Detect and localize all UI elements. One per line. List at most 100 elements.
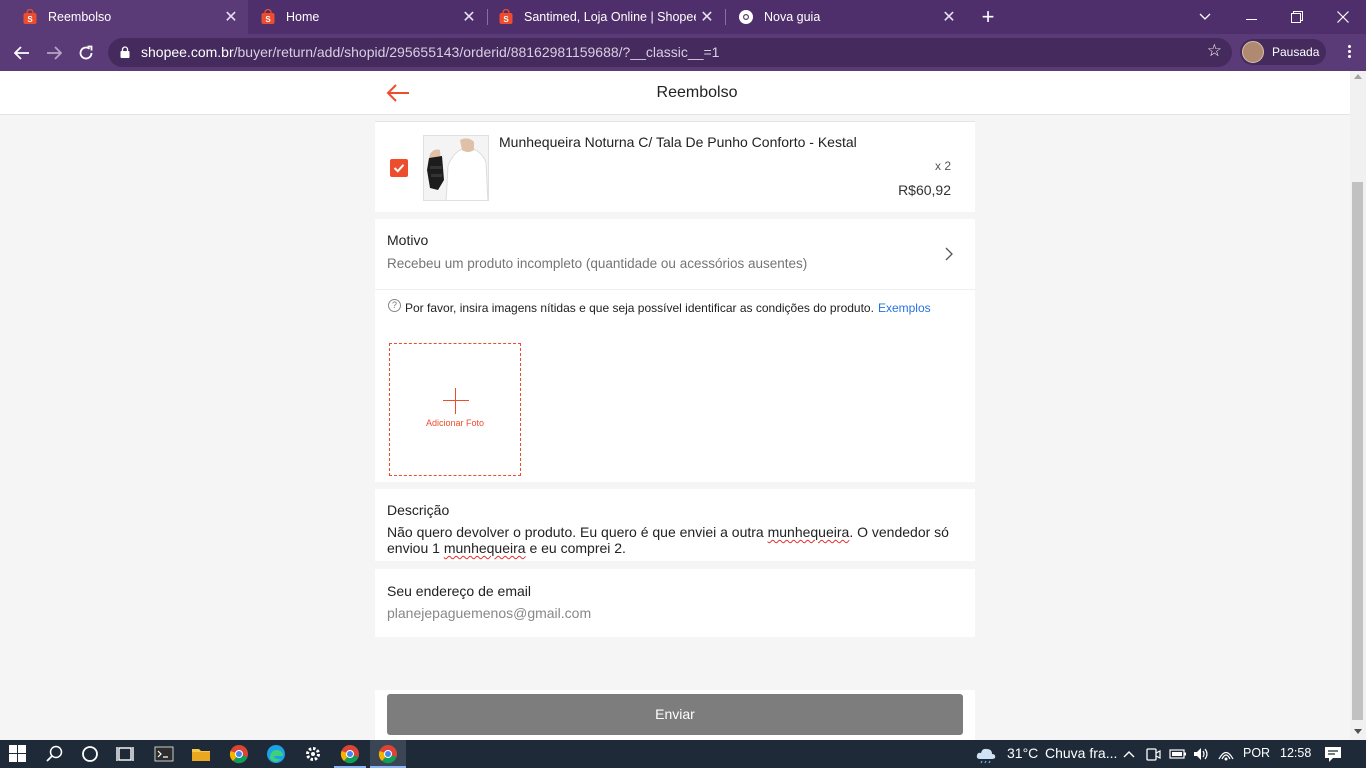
photo-hint-text: Por favor, insira imagens nítidas e que … — [405, 301, 874, 315]
profile-status: Pausada — [1272, 45, 1320, 59]
shopee-icon: S — [261, 9, 275, 24]
tab-reembolso[interactable]: S Reembolso ✕ — [0, 0, 248, 34]
arrow-left-icon — [13, 46, 29, 60]
help-icon: ? — [388, 298, 401, 312]
description-text: e eu comprei 2. — [525, 540, 626, 556]
taskbar-chrome-active[interactable] — [370, 740, 406, 768]
plus-icon — [443, 388, 469, 414]
tab-search-button[interactable] — [1182, 0, 1228, 34]
clock-time[interactable]: 12:58 — [1280, 746, 1311, 760]
chrome-icon — [378, 745, 397, 764]
email-section: Seu endereço de email planejepaguemenos@… — [375, 569, 975, 637]
email-label: Seu endereço de email — [387, 583, 531, 599]
chevron-up-icon[interactable] — [1122, 744, 1136, 764]
examples-link[interactable]: Exemplos — [878, 301, 931, 315]
reason-label: Motivo — [387, 232, 429, 248]
tab-nova-guia[interactable]: Nova guia ✕ — [726, 0, 966, 34]
url-path: /buyer/return/add/shopid/295655143/order… — [233, 44, 720, 60]
settings-icon[interactable] — [303, 744, 323, 764]
reload-button[interactable] — [73, 40, 99, 66]
speaker-icon[interactable] — [1192, 744, 1210, 764]
cortana-icon[interactable] — [80, 744, 100, 764]
back-button[interactable] — [9, 40, 35, 66]
chrome-icon — [739, 10, 753, 24]
chevron-down-icon — [1199, 13, 1211, 20]
avatar — [1242, 41, 1264, 63]
tab-title: Home — [286, 10, 320, 24]
page-header: Reembolso — [0, 71, 1350, 115]
email-field[interactable]: planejepaguemenos@gmail.com — [387, 605, 591, 621]
reason-selector[interactable]: Motivo Recebeu um produto incompleto (qu… — [375, 219, 975, 289]
svg-text:S: S — [265, 15, 271, 24]
close-icon — [1337, 11, 1349, 23]
more-menu-icon[interactable] — [1341, 43, 1357, 63]
terminal-icon[interactable] — [154, 744, 174, 764]
meet-now-icon[interactable] — [1145, 744, 1161, 764]
browser-tab-strip: S Reembolso ✕ S Home ✕ S Santimed, Loja … — [0, 0, 1366, 34]
notification-icon[interactable] — [1324, 744, 1342, 764]
photo-hint: ? Por favor, insira imagens nítidas e qu… — [388, 298, 931, 315]
forward-button[interactable] — [41, 40, 67, 66]
tab-home[interactable]: S Home ✕ — [250, 0, 486, 34]
scroll-down-icon[interactable] — [1354, 729, 1362, 734]
search-icon[interactable] — [45, 744, 65, 764]
wifi-icon[interactable] — [1218, 744, 1234, 764]
misspelled-word: munhequeira — [443, 540, 526, 556]
restore-icon — [1291, 11, 1303, 23]
close-icon[interactable]: ✕ — [938, 7, 960, 27]
description-text: Não quero devolver o produto. Eu quero é… — [387, 524, 768, 540]
file-explorer-icon[interactable] — [191, 744, 211, 764]
checkmark-icon — [393, 164, 405, 173]
input-language[interactable]: POR — [1243, 746, 1270, 760]
product-checkbox[interactable] — [390, 159, 408, 177]
lock-icon — [120, 46, 130, 58]
shopee-icon: S — [23, 9, 37, 24]
weather-temperature[interactable]: 31°C — [1007, 745, 1038, 761]
divider — [375, 289, 975, 290]
bookmark-star-icon[interactable]: ☆ — [1207, 41, 1222, 61]
windows-start-icon[interactable] — [9, 745, 26, 762]
product-item: Munhequeira Noturna C/ Tala De Punho Con… — [375, 121, 975, 212]
reason-value: Recebeu um produto incompleto (quantidad… — [387, 256, 808, 271]
scroll-up-icon[interactable] — [1354, 74, 1362, 79]
description-input[interactable]: Não quero devolver o produto. Eu quero é… — [387, 524, 967, 556]
page-scrollbar[interactable] — [1350, 71, 1366, 740]
misspelled-word: munhequeira — [767, 524, 850, 540]
svg-text:S: S — [503, 15, 509, 24]
profile-button[interactable]: Pausada — [1240, 39, 1326, 65]
url-text: shopee.com.br/buyer/return/add/shopid/29… — [141, 44, 719, 60]
close-icon[interactable]: ✕ — [696, 7, 718, 27]
chrome-icon[interactable] — [229, 744, 249, 764]
weather-description[interactable]: Chuva fra... — [1045, 745, 1117, 761]
reload-icon — [79, 45, 93, 60]
description-label: Descrição — [387, 502, 450, 518]
product-price: R$60,92 — [898, 182, 951, 198]
task-view-icon[interactable] — [116, 744, 136, 764]
svg-text:S: S — [27, 15, 33, 24]
edge-icon[interactable] — [266, 744, 286, 764]
weather-cloud-icon[interactable] — [975, 744, 997, 764]
windows-taskbar: 31°C Chuva fra... POR 12:58 — [0, 740, 1366, 768]
restore-button[interactable] — [1274, 0, 1320, 34]
submit-button[interactable]: Enviar — [387, 694, 963, 735]
url-domain: shopee.com.br — [141, 44, 234, 60]
battery-icon[interactable] — [1169, 744, 1187, 764]
description-section: Descrição Não quero devolver o produto. … — [375, 489, 975, 561]
tab-santimed[interactable]: S Santimed, Loja Online | Shopee B ✕ — [488, 0, 724, 34]
arrow-right-icon — [47, 46, 63, 60]
minimize-button[interactable] — [1228, 0, 1274, 34]
product-name[interactable]: Munhequeira Noturna C/ Tala De Punho Con… — [499, 134, 857, 150]
shopee-icon: S — [499, 9, 513, 24]
chrome-icon[interactable] — [340, 744, 360, 764]
new-tab-button[interactable]: + — [976, 4, 1000, 30]
tab-title: Nova guia — [764, 10, 821, 24]
add-photo-button[interactable]: Adicionar Foto — [389, 343, 521, 476]
address-bar[interactable]: shopee.com.br/buyer/return/add/shopid/29… — [108, 38, 1232, 67]
close-icon[interactable]: ✕ — [458, 7, 480, 27]
reason-section: Motivo Recebeu um produto incompleto (qu… — [375, 219, 975, 482]
scroll-thumb[interactable] — [1352, 182, 1363, 720]
close-window-button[interactable] — [1320, 0, 1366, 34]
close-icon[interactable]: ✕ — [220, 7, 242, 27]
browser-toolbar: shopee.com.br/buyer/return/add/shopid/29… — [0, 34, 1366, 71]
page-title: Reembolso — [656, 84, 738, 101]
